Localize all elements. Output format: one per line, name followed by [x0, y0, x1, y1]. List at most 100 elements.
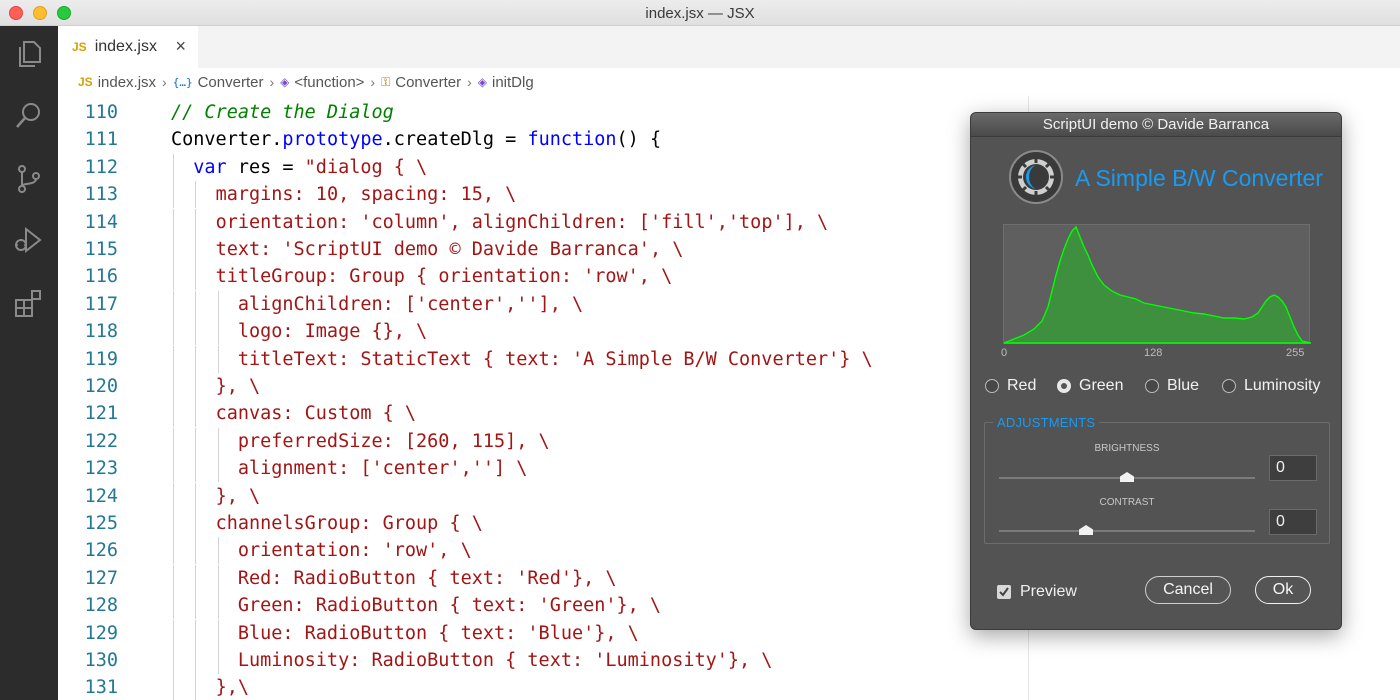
code-line[interactable]: 113 margins: 10, spacing: 15, \	[58, 181, 1058, 209]
code-line[interactable]: 110 // Create the Dialog	[58, 99, 1058, 126]
radio-indicator	[1145, 379, 1159, 393]
code-line[interactable]: 129 Blue: RadioButton { text: 'Blue'}, \	[58, 619, 1058, 647]
source-control-icon[interactable]	[13, 163, 45, 195]
line-number: 131	[84, 677, 118, 699]
line-number: 111	[84, 129, 118, 151]
line-number: 121	[84, 403, 118, 425]
code-line[interactable]: 121 canvas: Custom { \	[58, 400, 1058, 428]
breadcrumb-label: Converter	[395, 73, 462, 91]
run-debug-icon[interactable]	[13, 224, 45, 256]
app-title: A Simple B/W Converter	[1075, 165, 1323, 191]
line-number: 115	[84, 239, 118, 260]
code-line[interactable]: 112 var res = "dialog { \	[58, 153, 1058, 181]
code-line[interactable]: 119 titleText: StaticText { text: 'A Sim…	[58, 345, 1058, 373]
line-number: 128	[84, 595, 118, 617]
code-line[interactable]: 126 orientation: 'row', \	[58, 537, 1058, 565]
code-text: }, \	[215, 485, 261, 507]
breadcrumb-function[interactable]: ◈ <function>	[280, 74, 364, 91]
code-line[interactable]: 124 }, \	[58, 482, 1058, 510]
ok-button[interactable]: Ok	[1255, 576, 1311, 604]
code-text: },\	[215, 677, 249, 699]
line-number: 110	[84, 102, 118, 123]
tab-label: index.jsx	[94, 38, 157, 55]
code-line[interactable]: 120 }, \	[58, 373, 1058, 400]
histogram-canvas	[1003, 224, 1312, 344]
code-text: preferredSize: [260, 115], \	[237, 430, 550, 452]
breadcrumb-label: <function>	[294, 73, 365, 91]
code-line[interactable]: 111 Converter.prototype.createDlg = funct…	[58, 126, 1058, 153]
code-line[interactable]: 117 alignChildren: ['center',''], \	[58, 290, 1058, 318]
code-line[interactable]: 122 preferredSize: [260, 115], \	[58, 427, 1058, 455]
channels-group: Red Green Blue Luminosity	[985, 377, 1335, 399]
js-file-icon: JS	[72, 40, 87, 54]
scriptui-dialog: ScriptUI demo © Davide Barranca A Simple…	[970, 112, 1342, 630]
code-text: var res = "dialog { \	[193, 156, 428, 178]
histogram-tick: 0	[1001, 347, 1008, 359]
js-file-icon: JS	[78, 75, 93, 89]
extensions-icon[interactable]	[13, 287, 45, 319]
brightness-slider[interactable]	[999, 472, 1255, 482]
code-text: }, \	[215, 376, 261, 397]
preview-checkbox[interactable]: Preview	[997, 583, 1077, 601]
dialog-title: ScriptUI demo © Davide Barranca	[971, 113, 1341, 137]
contrast-slider[interactable]	[999, 525, 1255, 535]
code-line[interactable]: 115 text: 'ScriptUI demo © Davide Barran…	[58, 236, 1058, 263]
code-line[interactable]: 125 channelsGroup: Group { \	[58, 510, 1058, 537]
line-number: 126	[84, 540, 118, 562]
radio-luminosity[interactable]: Luminosity	[1222, 377, 1320, 395]
tab-index-jsx[interactable]: JS index.jsx ×	[58, 26, 198, 68]
window-title: index.jsx — JSX	[645, 5, 755, 22]
breadcrumb-class[interactable]: {…} Converter	[173, 74, 264, 91]
window-titlebar: index.jsx — JSX	[0, 0, 1400, 26]
chevron-right-icon: ›	[269, 74, 275, 90]
code-text: Blue: RadioButton { text: 'Blue'}, \	[237, 622, 639, 644]
line-number: 123	[84, 458, 118, 480]
radio-label: Green	[1079, 377, 1124, 394]
radio-indicator	[1057, 379, 1071, 393]
code-line[interactable]: 130 Luminosity: RadioButton { text: 'Lum…	[58, 647, 1058, 674]
chevron-right-icon: ›	[370, 74, 376, 90]
radio-indicator	[985, 379, 999, 393]
code-line[interactable]: 123 alignment: ['center',''] \	[58, 455, 1058, 483]
code-line[interactable]: 114 orientation: 'column', alignChildren…	[58, 208, 1058, 236]
radio-blue[interactable]: Blue	[1145, 377, 1199, 395]
code-line[interactable]: 128 Green: RadioButton { text: 'Green'},…	[58, 592, 1058, 620]
method-icon: ◈	[280, 75, 290, 89]
line-number: 116	[84, 266, 118, 288]
code-text: channelsGroup: Group { \	[215, 513, 483, 534]
cancel-button[interactable]: Cancel	[1145, 576, 1231, 604]
radio-red[interactable]: Red	[985, 377, 1036, 395]
code-text: margins: 10, spacing: 15, \	[215, 184, 517, 206]
code-line[interactable]: 116 titleGroup: Group { orientation: 'ro…	[58, 263, 1058, 291]
code-line[interactable]: 127 Red: RadioButton { text: 'Red'}, \	[58, 564, 1058, 592]
breadcrumb-label: Converter	[197, 73, 264, 91]
code-text: titleText: StaticText { text: 'A Simple …	[237, 348, 873, 370]
brightness-value-field[interactable]: 0	[1269, 455, 1317, 481]
contrast-value-field[interactable]: 0	[1269, 509, 1317, 535]
code-line[interactable]: 118 logo: Image {}, \	[58, 318, 1058, 346]
preview-label: Preview	[1020, 583, 1077, 600]
histogram-tick: 255	[1286, 347, 1305, 359]
line-number: 112	[84, 156, 118, 178]
line-number: 113	[84, 184, 118, 206]
code-text: Converter.prototype.createDlg = function…	[171, 129, 662, 151]
files-icon[interactable]	[13, 38, 45, 70]
property-icon: ⚿	[381, 74, 391, 89]
breadcrumb-method[interactable]: ◈ initDlg	[478, 74, 534, 91]
search-icon[interactable]	[13, 100, 45, 132]
code-line[interactable]: 131 },\	[58, 674, 1058, 700]
breadcrumb-file[interactable]: JS index.jsx	[78, 74, 156, 91]
breadcrumb-property[interactable]: ⚿ Converter	[381, 74, 461, 91]
histogram-chart	[1003, 225, 1312, 344]
breadcrumb: JS index.jsx › {…} Converter › ◈ <functi…	[58, 68, 1400, 96]
chevron-right-icon: ›	[467, 74, 472, 90]
method-icon: ◈	[477, 75, 487, 89]
code-text: text: 'ScriptUI demo © Davide Barranca',…	[215, 239, 684, 260]
class-icon: {…}	[172, 75, 193, 89]
tab-bar: JS index.jsx ×	[58, 26, 1400, 68]
radio-green[interactable]: Green	[1057, 377, 1123, 395]
line-number: 118	[84, 321, 118, 343]
close-icon[interactable]: ×	[175, 36, 186, 57]
histogram-tick: 128	[1144, 347, 1163, 359]
brightness-label: BRIGHTNESS	[1094, 443, 1160, 454]
